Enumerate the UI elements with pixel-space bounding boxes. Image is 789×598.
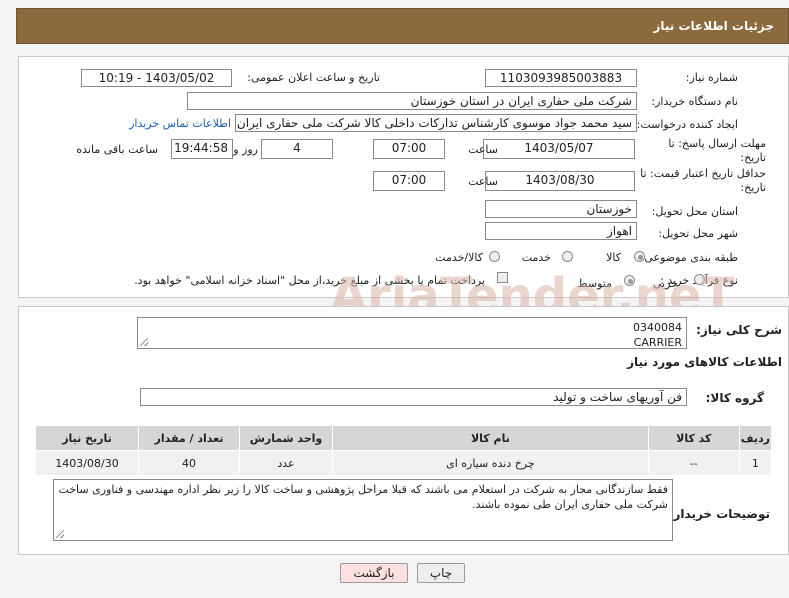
buyer-contact-link[interactable]: اطلاعات تماس خریدار [129,117,231,130]
category-radio-service[interactable] [562,251,573,262]
page-title: جزئیات اطلاعات نیاز [653,19,774,33]
price-validity-time-label: ساعت [468,175,498,188]
price-validity-label: حداقل تاریخ اعتبار قیمت: تا تاریخ: [640,167,766,194]
price-validity-date-field: 1403/08/30 [485,171,635,191]
requester-label: ایجاد کننده درخواست: [636,118,738,131]
col-header-need-date: تاریخ نیاز [35,425,139,451]
need-details-panel: شماره نیاز: 1103093985003883 تاریخ و ساع… [18,56,789,298]
col-header-unit: واحد شمارش [239,425,333,451]
reply-deadline-date-field: 1403/05/07 [483,139,635,159]
delivery-province-field: خوزستان [485,200,637,218]
buyer-notes-text: فقط سازندگانی مجاز به شرکت در استعلام می… [58,483,668,511]
cell-quantity: 40 [138,450,240,476]
goods-group-field: فن آوریهای ساخت و تولید [140,388,687,406]
announce-datetime-label: تاریخ و ساعت اعلان عمومی: [247,71,380,84]
category-option-goods: کالا [606,251,621,264]
delivery-city-label: شهر محل تحویل: [658,227,738,240]
back-button[interactable]: بازگشت [340,563,408,583]
category-radio-goods-service[interactable] [489,251,500,262]
cell-item-name: چرخ دنده سیاره ای [332,450,649,476]
goods-info-title: اطلاعات کالاهای مورد نیاز [627,355,782,369]
cell-item-code: -- [647,450,740,476]
buyer-org-label: نام دستگاه خریدار: [651,95,738,108]
category-label: طبقه بندی موضوعی: [640,251,738,264]
time-remaining-field: 19:44:58 [171,139,233,159]
resize-grip-icon[interactable] [56,530,64,538]
goods-panel: شرح کلی نیاز: 0340084 CARRIER اطلاعات کا… [18,306,789,555]
col-header-item-name: نام کالا [332,425,649,451]
delivery-city-field: اهواز [485,222,637,240]
goods-table-header-row: ردیف کد کالا نام کالا واحد شمارش تعداد /… [35,425,773,451]
col-header-quantity: تعداد / مقدار [138,425,240,451]
days-remaining-field: 4 [261,139,333,159]
need-number-field: 1103093985003883 [485,69,637,87]
col-header-item-code: کد کالا [647,425,740,451]
goods-group-label: گروه کالا: [705,391,764,405]
reply-deadline-time-label: ساعت [468,143,498,156]
goods-table: ردیف کد کالا نام کالا واحد شمارش تعداد /… [35,425,773,476]
col-header-row-number: ردیف [738,425,773,451]
print-button[interactable]: چاپ [417,563,465,583]
cell-need-date: 1403/08/30 [35,450,139,476]
reply-deadline-time-field: 07:00 [373,139,445,159]
category-option-goods-service: کالا/خدمت [435,251,483,264]
goods-table-container: ردیف کد کالا نام کالا واحد شمارش تعداد /… [35,425,773,476]
days-label: روز و [233,143,258,156]
buyer-notes-label: توضیحات خریدار: [668,507,770,521]
need-number-label: شماره نیاز: [685,71,738,84]
announce-datetime-field: 1403/05/02 - 10:19 [81,69,232,87]
table-row: 1 -- چرخ دنده سیاره ای عدد 40 1403/08/30 [35,450,773,476]
cell-row-number: 1 [738,450,773,476]
description-line-1: 0340084 [633,321,682,334]
delivery-province-label: استان محل تحویل: [651,205,738,218]
description-label: شرح کلی نیاز: [696,323,782,337]
cell-unit: عدد [239,450,333,476]
buyer-org-field: شرکت ملی حفاری ایران در استان خوزستان [187,92,637,110]
buyer-notes-textarea: فقط سازندگانی مجاز به شرکت در استعلام می… [53,479,673,541]
price-validity-time-field: 07:00 [373,171,445,191]
category-option-service: خدمت [521,251,551,264]
category-radio-goods[interactable] [634,251,645,262]
requester-field: سید محمد جواد موسوی کارشناس تدارکات داخل… [235,114,637,132]
description-line-2: CARRIER [633,336,682,349]
resize-grip-icon[interactable] [140,338,148,346]
time-remaining-label: ساعت باقی مانده [76,143,158,156]
description-textarea: 0340084 CARRIER [137,317,687,349]
page-header: جزئیات اطلاعات نیاز [16,8,789,44]
reply-deadline-label: مهلت ارسال پاسخ: تا تاریخ: [668,137,766,164]
